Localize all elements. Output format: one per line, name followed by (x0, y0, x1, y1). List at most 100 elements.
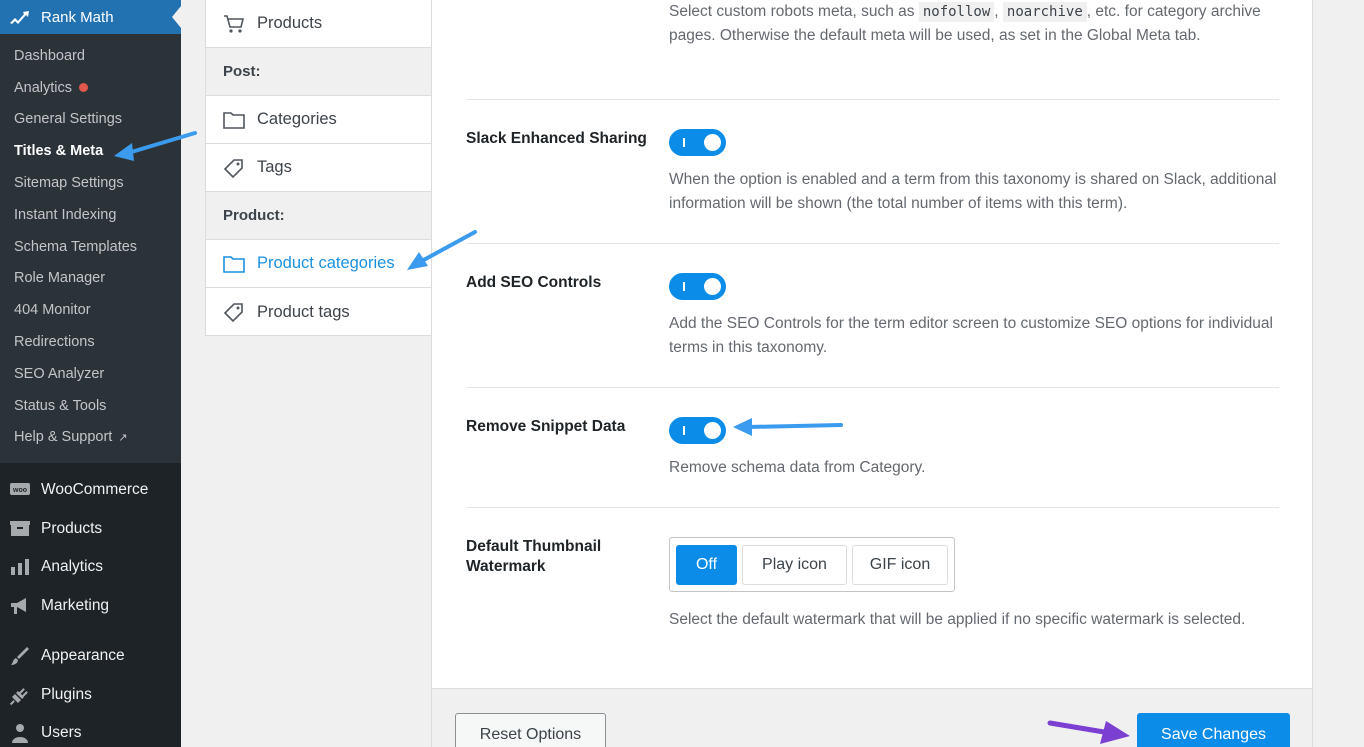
slack-sharing-description: When the option is enabled and a term fr… (669, 171, 1277, 212)
robots-meta-description: Select custom robots meta, such as nofol… (669, 0, 1279, 48)
rank-math-menu-header[interactable]: Rank Math (0, 0, 181, 34)
watermark-button-group: Off Play icon GIF icon (669, 537, 955, 592)
submenu-label: 404 Monitor (14, 302, 91, 319)
folder-icon (223, 254, 245, 274)
divider (467, 387, 1279, 388)
subnav-label: Product tags (257, 302, 350, 321)
products-icon (9, 519, 30, 539)
tag-icon (223, 302, 245, 322)
watermark-play-icon-button[interactable]: Play icon (742, 545, 847, 585)
menu-label: Plugins (41, 685, 92, 703)
menu-label: Marketing (41, 596, 110, 614)
user-icon (9, 723, 30, 744)
slack-sharing-label: Slack Enhanced Sharing (466, 130, 647, 147)
desc-text: Select custom robots meta, such as (669, 3, 919, 20)
divider (467, 243, 1279, 244)
subnav-label: Product categories (257, 254, 395, 272)
menu-plugins[interactable]: Plugins (0, 676, 181, 715)
submenu-label: Instant Indexing (14, 206, 117, 223)
notification-dot-icon (79, 83, 89, 93)
watermark-gif-icon-button[interactable]: GIF icon (852, 545, 948, 585)
desc-text: , (994, 3, 1003, 20)
submenu-dashboard[interactable]: Dashboard (0, 40, 181, 72)
active-notch (172, 6, 181, 28)
menu-label: Analytics (41, 558, 104, 576)
subnav-heading-post: Post: (206, 48, 431, 96)
menu-woocommerce[interactable]: woo WooCommerce (0, 471, 181, 510)
submenu-label: Analytics (14, 79, 73, 96)
brush-icon (9, 646, 30, 666)
submenu-label: SEO Analyzer (14, 365, 105, 382)
watermark-off-button[interactable]: Off (676, 545, 737, 585)
code-noarchive: noarchive (1002, 2, 1087, 22)
menu-marketing[interactable]: Marketing (0, 587, 181, 626)
brand-title: Rank Math (41, 8, 114, 26)
taxonomy-nav: Products Post: Categories Tags Product: … (205, 0, 432, 336)
submenu-general-settings[interactable]: General Settings (0, 104, 181, 136)
slack-sharing-toggle[interactable] (669, 129, 726, 156)
subnav-products[interactable]: Products (206, 0, 431, 48)
remove-snippet-description: Remove schema data from Category. (669, 459, 926, 476)
subnav-product-categories[interactable]: Product categories (206, 240, 431, 288)
watermark-description: Select the default watermark that will b… (669, 611, 1246, 628)
external-link-icon: ↗ (118, 431, 128, 444)
cart-icon (223, 14, 245, 34)
seo-controls-description: Add the SEO Controls for the term editor… (669, 315, 1273, 356)
divider (467, 507, 1279, 508)
submenu-label: Sitemap Settings (14, 175, 124, 192)
submenu-titles-meta[interactable]: Titles & Meta (0, 135, 181, 167)
submenu-label: Role Manager (14, 270, 106, 287)
submenu-label: Schema Templates (14, 238, 138, 255)
submenu-label: Redirections (14, 334, 95, 351)
menu-users[interactable]: Users (0, 714, 181, 747)
subnav-label: Products (257, 14, 323, 32)
subnav-product-tags[interactable]: Product tags (206, 288, 431, 336)
submenu-help-support[interactable]: Help & Support ↗ (0, 422, 181, 454)
watermark-label: Default Thumbnail Watermark (466, 538, 602, 575)
submenu-sitemap-settings[interactable]: Sitemap Settings (0, 167, 181, 199)
submenu-analytics[interactable]: Analytics (0, 72, 181, 104)
divider (467, 99, 1279, 100)
menu-label: Appearance (41, 647, 125, 665)
submenu-label: General Settings (14, 111, 123, 128)
admin-sidebar: Rank Math Dashboard Analytics General Se… (0, 0, 181, 747)
menu-label: Products (41, 519, 103, 537)
folder-icon (223, 110, 245, 130)
reset-options-button[interactable]: Reset Options (455, 713, 606, 747)
submenu-instant-indexing[interactable]: Instant Indexing (0, 199, 181, 231)
menu-products[interactable]: Products (0, 510, 181, 549)
code-nofollow: nofollow (918, 2, 995, 22)
rank-math-logo-icon (10, 11, 29, 24)
remove-snippet-toggle[interactable] (669, 417, 726, 444)
submenu-status-tools[interactable]: Status & Tools (0, 390, 181, 422)
analytics-bars-icon (9, 557, 30, 577)
subnav-heading-product: Product: (206, 192, 431, 240)
seo-controls-label: Add SEO Controls (466, 274, 602, 291)
menu-analytics[interactable]: Analytics (0, 548, 181, 587)
menu-label: WooCommerce (41, 481, 149, 499)
megaphone-icon (9, 596, 30, 616)
submenu-404-monitor[interactable]: 404 Monitor (0, 294, 181, 326)
submenu-label: Titles & Meta (14, 143, 104, 160)
woocommerce-icon: woo (9, 480, 30, 500)
seo-controls-toggle[interactable] (669, 273, 726, 300)
save-changes-button[interactable]: Save Changes (1137, 713, 1290, 747)
submenu-redirections[interactable]: Redirections (0, 326, 181, 358)
submenu-seo-analyzer[interactable]: SEO Analyzer (0, 358, 181, 390)
subnav-label: Categories (257, 110, 337, 128)
submenu-schema-templates[interactable]: Schema Templates (0, 231, 181, 263)
plug-icon (9, 685, 30, 705)
menu-label: Users (41, 724, 82, 742)
subnav-categories[interactable]: Categories (206, 96, 431, 144)
subnav-tags[interactable]: Tags (206, 144, 431, 192)
rank-math-submenu: Dashboard Analytics General Settings Tit… (0, 34, 181, 463)
subnav-label: Tags (257, 158, 292, 176)
svg-text:woo: woo (12, 487, 27, 494)
submenu-role-manager[interactable]: Role Manager (0, 263, 181, 295)
submenu-label: Dashboard (14, 47, 85, 64)
submenu-label: Status & Tools (14, 397, 107, 414)
menu-appearance[interactable]: Appearance (0, 637, 181, 676)
tag-icon (223, 158, 245, 178)
remove-snippet-label: Remove Snippet Data (466, 418, 626, 435)
submenu-label: Help & Support (14, 429, 113, 446)
